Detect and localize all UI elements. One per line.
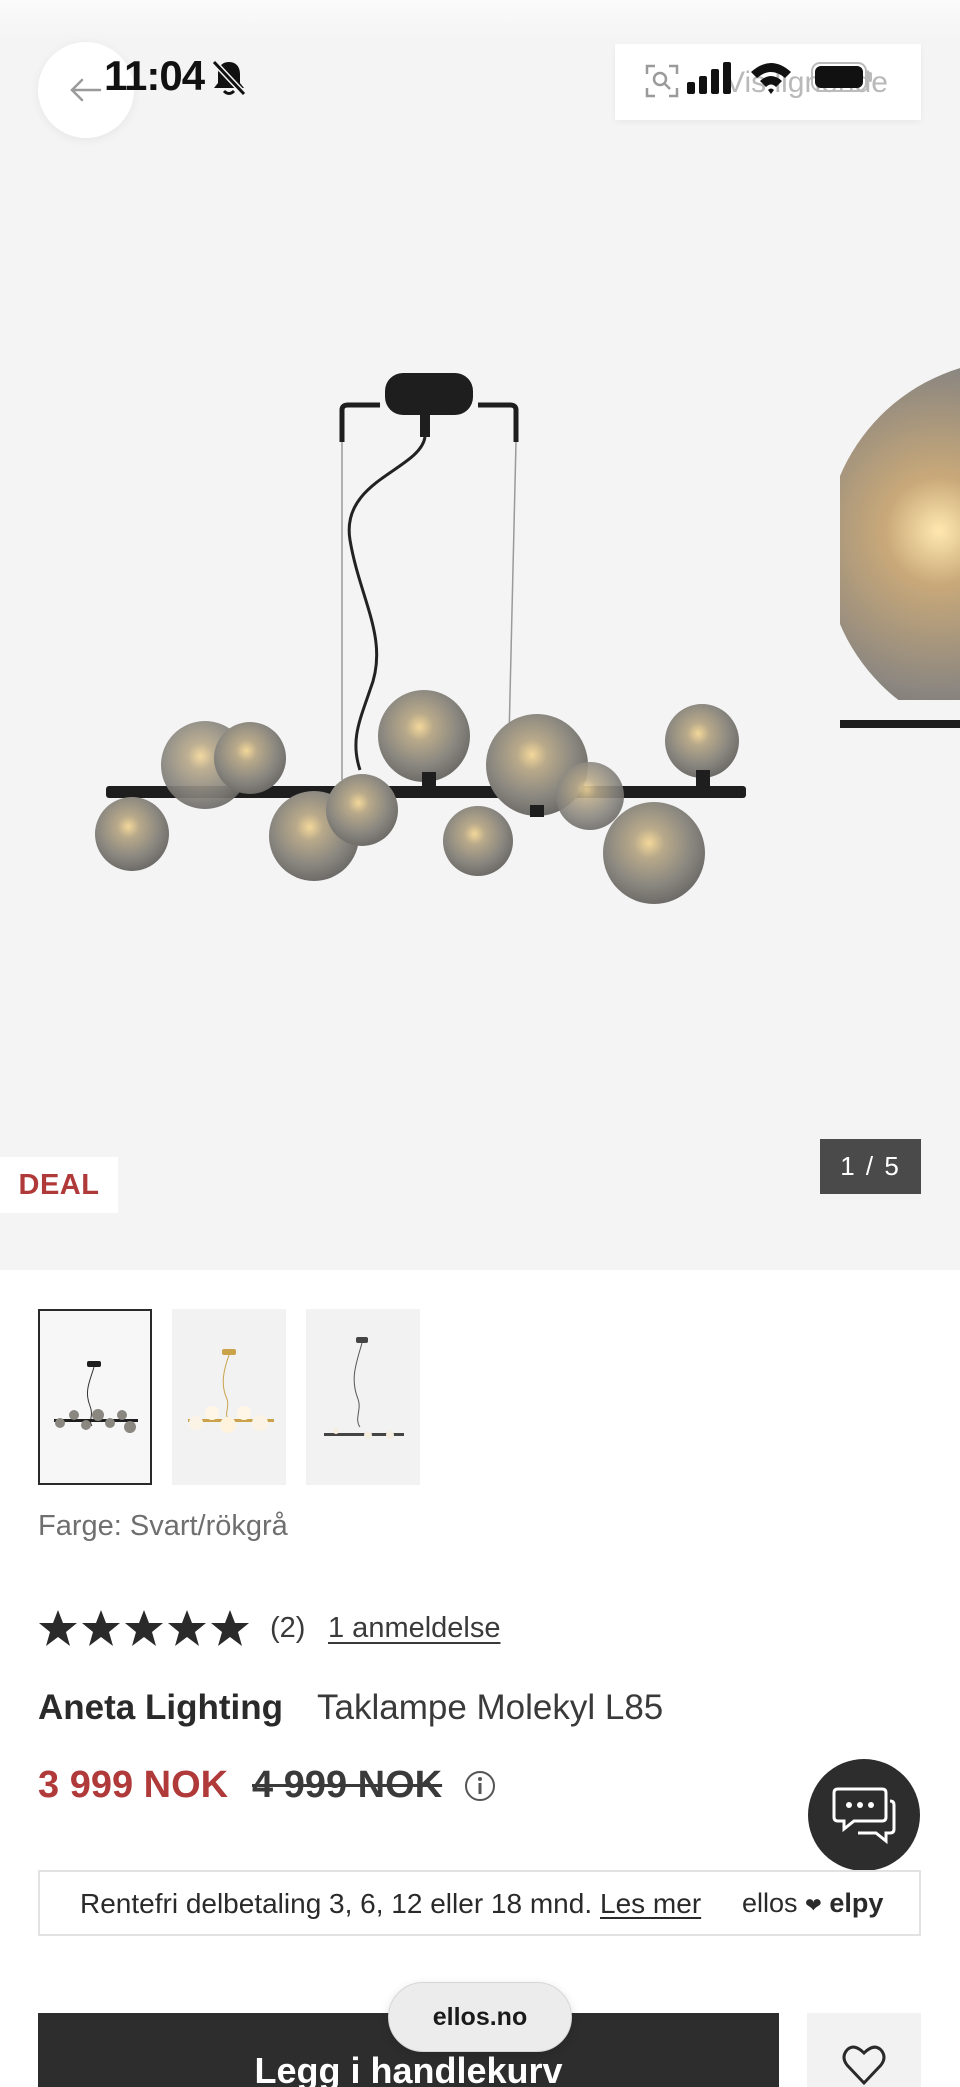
signal-icon <box>687 62 731 94</box>
chat-button[interactable] <box>808 1759 920 1871</box>
chat-icon <box>832 1787 896 1845</box>
scan-icon <box>645 64 679 98</box>
product-image-gallery[interactable]: DEAL 1 / 5 <box>0 0 960 1270</box>
back-arrow-icon <box>70 78 102 102</box>
star-icon <box>211 1610 249 1646</box>
product-image-lamp <box>95 373 746 904</box>
read-more-link[interactable]: Les mer <box>600 1888 701 1920</box>
heart-icon <box>842 2045 886 2086</box>
star-icon <box>39 1610 77 1646</box>
rating-count: (2) <box>270 1612 306 1644</box>
battery-icon <box>811 62 872 92</box>
thumbnail-3[interactable] <box>306 1309 420 1485</box>
installment-banner: Rentefri delbetaling 3, 6, 12 eller 18 m… <box>38 1870 921 1936</box>
browser-url-pill[interactable]: ellos.no <box>388 1982 572 2052</box>
color-selection-label: Farge: Svart/rökgrå <box>38 1510 288 1542</box>
ellos-elpy-logo: ellos ❤ elpy <box>742 1888 884 1918</box>
star-icon <box>125 1610 163 1646</box>
reviews-link[interactable]: 1 anmeldelse <box>328 1612 501 1645</box>
bell-off-icon <box>211 59 247 97</box>
image-counter: 1 / 5 <box>820 1139 921 1194</box>
installment-text: Rentefri delbetaling 3, 6, 12 eller 18 m… <box>80 1888 593 1919</box>
similar-products-button[interactable]: Vis lignende <box>615 44 921 120</box>
rating-stars[interactable] <box>38 1608 250 1648</box>
wifi-icon <box>751 63 791 94</box>
status-time: 11:04 <box>104 52 205 99</box>
info-icon[interactable] <box>464 1770 496 1802</box>
wishlist-button[interactable] <box>807 2013 921 2087</box>
star-icon <box>82 1610 120 1646</box>
current-price: 3 999 NOK <box>38 1764 229 1806</box>
next-image-peek[interactable] <box>840 360 960 735</box>
brand-name[interactable]: Aneta Lighting <box>38 1688 283 1728</box>
product-title: Taklampe Molekyl L85 <box>317 1688 664 1727</box>
hero-top-fade <box>0 0 960 40</box>
thumbnail-2[interactable] <box>172 1309 286 1485</box>
star-icon <box>168 1610 206 1646</box>
original-price: 4 999 NOK <box>252 1764 443 1806</box>
thumbnail-1[interactable] <box>38 1309 152 1485</box>
deal-badge: DEAL <box>0 1157 118 1213</box>
